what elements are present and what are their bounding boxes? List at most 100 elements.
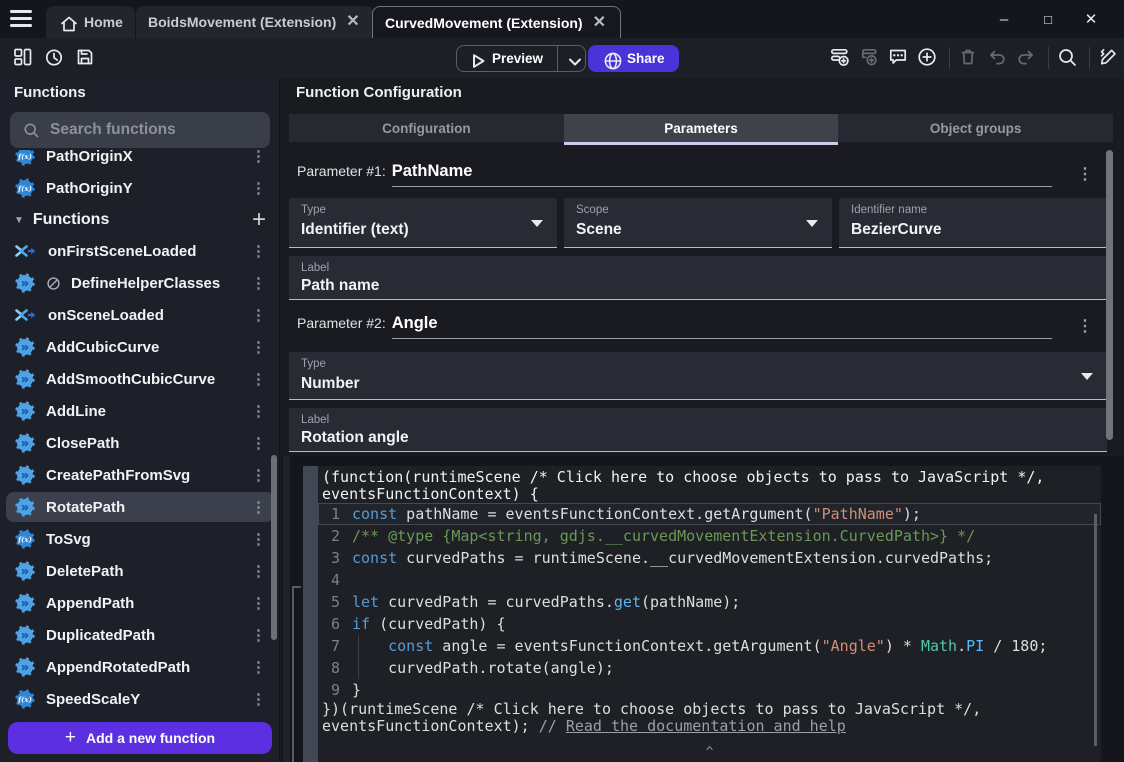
undo-icon[interactable] [986,46,1010,70]
function-item-AddLine[interactable]: »AddLine⋮ [6,396,274,426]
item-menu-icon[interactable]: ⋮ [251,594,266,612]
item-menu-icon[interactable]: ⋮ [251,338,266,356]
preview-dropdown-button[interactable] [557,46,585,71]
tab-parameters[interactable]: Parameters [564,114,839,142]
code-line-7[interactable]: 7 const angle = eventsFunctionContext.ge… [318,635,1101,657]
add-function-plus-icon[interactable]: + [252,208,266,232]
magic-pencil-icon[interactable] [1097,46,1121,70]
function-item-DuplicatedPath[interactable]: »DuplicatedPath⋮ [6,620,274,650]
tab-configuration[interactable]: Configuration [289,114,564,142]
code-line-4[interactable]: 4 [318,569,1101,591]
toolbar-separator [1089,47,1090,69]
history-icon[interactable] [43,46,67,70]
parameter-2-menu-icon[interactable]: ⋮ [1077,316,1093,336]
item-menu-icon[interactable]: ⋮ [251,242,266,260]
item-menu-icon[interactable]: ⋮ [251,530,266,548]
function-name: RotatePath [46,499,125,516]
code-scrollbar[interactable] [1094,514,1097,746]
function-item-AppendPath[interactable]: »AppendPath⋮ [6,588,274,618]
code-line-5[interactable]: 5let curvedPath = curvedPaths.get(pathNa… [318,591,1101,613]
collapse-triangle-icon[interactable]: ▼ [14,215,24,226]
toolbar-separator [1048,47,1049,69]
item-menu-icon[interactable]: ⋮ [251,562,266,580]
svg-text:»: » [21,629,29,644]
function-item-AddSmoothCubicCurve[interactable]: »AddSmoothCubicCurve⋮ [6,364,274,394]
function-item-onFirstSceneLoaded[interactable]: onFirstSceneLoaded⋮ [6,236,274,266]
tab-boidsmovement[interactable]: BoidsMovement (Extension) ✕ [136,6,374,38]
item-menu-icon[interactable]: ⋮ [251,274,266,292]
code-line-6[interactable]: 6if (curvedPath) { [318,613,1101,635]
close-button[interactable]: ✕ [1077,8,1105,30]
code-footer[interactable]: })(runtimeScene /* Click here to choose … [318,701,1101,735]
item-menu-icon[interactable]: ⋮ [251,370,266,388]
add-function-button[interactable]: + Add a new function [8,722,272,754]
field-label: Type [301,358,326,370]
item-menu-icon[interactable]: ⋮ [251,179,266,197]
item-menu-icon[interactable]: ⋮ [251,150,266,165]
parameter-1-name-input[interactable]: PathName [392,162,1052,187]
save-icon[interactable] [74,46,98,70]
parameter-1-label-input[interactable]: Label Path name [289,256,1107,300]
code-line-9[interactable]: 9} [318,679,1101,701]
item-menu-icon[interactable]: ⋮ [251,498,266,516]
code-line-8[interactable]: 8 curvedPath.rotate(angle); [318,657,1101,679]
function-item-ToSvg[interactable]: f(x)ToSvg⋮ [6,524,274,554]
function-item-SpeedScaleY[interactable]: f(x)SpeedScaleY⋮ [6,684,274,714]
parameter-2-name-input[interactable]: Angle [392,314,1052,339]
item-menu-icon[interactable]: ⋮ [251,434,266,452]
js-code-editor[interactable]: (function(runtimeScene /* Click here to … [318,466,1101,762]
event-drag-handle[interactable] [303,466,318,762]
parameter-1-scope-select[interactable]: Scope Scene [564,198,832,248]
add-circle-icon[interactable] [916,46,940,70]
item-menu-icon[interactable]: ⋮ [251,658,266,676]
parameter-2-type-select[interactable]: Type Number [289,352,1107,400]
function-item-PathOriginY[interactable]: f(x)PathOriginY⋮ [6,173,274,203]
function-item-DefineHelperClasses[interactable]: »DefineHelperClasses⋮ [6,268,274,298]
tab-curvedmovement[interactable]: CurvedMovement (Extension) ✕ [372,6,621,38]
close-tab-icon[interactable]: ✕ [591,15,608,31]
function-item-AppendRotatedPath[interactable]: »AppendRotatedPath⋮ [6,652,274,682]
parameter-1-menu-icon[interactable]: ⋮ [1077,164,1093,184]
trash-icon[interactable] [957,46,981,70]
parameter-1-identifier-input[interactable]: Identifier name BezierCurve [839,198,1107,248]
search-input[interactable]: Search functions [10,112,270,148]
function-item-CreatePathFromSvg[interactable]: »CreatePathFromSvg⋮ [6,460,274,490]
parameter-2-label-input[interactable]: Label Rotation angle [289,408,1107,452]
function-item-RotatePath[interactable]: »RotatePath⋮ [6,492,274,522]
parameters-scrollbar[interactable] [1106,150,1113,440]
item-menu-icon[interactable]: ⋮ [251,306,266,324]
function-item-ClosePath[interactable]: »ClosePath⋮ [6,428,274,458]
panels-icon[interactable] [12,46,36,70]
function-item-AddCubicCurve[interactable]: »AddCubicCurve⋮ [6,332,274,362]
search-icon[interactable] [1056,46,1080,70]
share-button[interactable]: Share [588,45,679,72]
close-tab-icon[interactable]: ✕ [344,14,361,30]
code-line-2[interactable]: 2/** @type {Map<string, gdjs.__curvedMov… [318,525,1101,547]
add-subevent-icon[interactable] [858,46,882,70]
item-menu-icon[interactable]: ⋮ [251,626,266,644]
function-item-DeletePath[interactable]: »DeletePath⋮ [6,556,274,586]
minimize-button[interactable]: – [990,8,1018,30]
redo-icon[interactable] [1015,46,1039,70]
function-item-onSceneLoaded[interactable]: onSceneLoaded⋮ [6,300,274,330]
comment-icon[interactable] [887,46,911,70]
function-item-PathOriginX[interactable]: f(x)PathOriginX⋮ [6,150,274,171]
maximize-button[interactable]: □ [1034,8,1062,30]
item-menu-icon[interactable]: ⋮ [251,466,266,484]
functions-section-header[interactable]: ▼Functions+ [0,205,280,235]
parameter-1-type-select[interactable]: Type Identifier (text) [289,198,557,248]
tab-object-groups[interactable]: Object groups [838,114,1113,142]
svg-text:f(x): f(x) [17,184,32,193]
menu-icon[interactable] [10,10,32,28]
add-event-icon[interactable] [829,46,853,70]
item-menu-icon[interactable]: ⋮ [251,690,266,708]
tab-home[interactable]: Home [46,6,135,38]
svg-text:»: » [21,277,29,292]
sidebar-scrollbar[interactable] [271,455,277,640]
preview-button[interactable]: Preview [456,45,586,72]
code-line-3[interactable]: 3const curvedPaths = runtimeScene.__curv… [318,547,1101,569]
item-menu-icon[interactable]: ⋮ [251,402,266,420]
code-line-1[interactable]: 1const pathName = eventsFunctionContext.… [318,503,1101,525]
code-header[interactable]: (function(runtimeScene /* Click here to … [318,466,1101,503]
action-function-icon: » [14,560,36,582]
